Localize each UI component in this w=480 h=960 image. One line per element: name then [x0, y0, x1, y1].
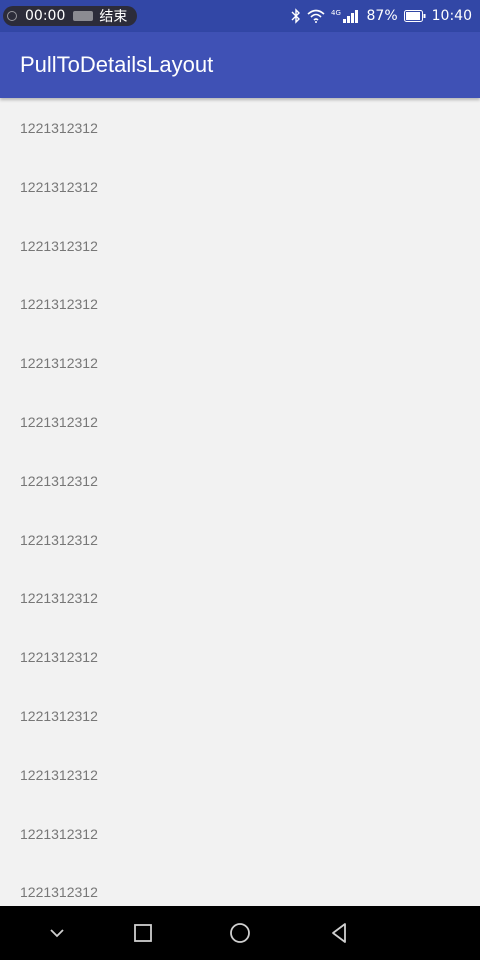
status-icons: 4G 87% 10:40: [291, 0, 472, 32]
recents-square-icon: [134, 924, 152, 942]
bluetooth-icon: [291, 8, 301, 24]
chevron-down-icon: [50, 929, 64, 938]
item-list[interactable]: 1221312312 1221312312 1221312312 1221312…: [0, 98, 480, 906]
list-item-label: 1221312312: [20, 707, 98, 724]
list-item-label: 1221312312: [20, 178, 98, 195]
list-item-label: 1221312312: [20, 590, 98, 607]
list-item-label: 1221312312: [20, 649, 98, 666]
list-item[interactable]: 1221312312: [0, 333, 480, 392]
list-item[interactable]: 1221312312: [0, 862, 480, 906]
recording-time: 00:00: [25, 8, 66, 24]
home-circle-icon: [230, 923, 250, 943]
hide-nav-button[interactable]: [44, 920, 70, 946]
status-bar: 00:00 结束 4G 87% 10:40: [0, 0, 480, 32]
list-item[interactable]: 1221312312: [0, 216, 480, 275]
list-item[interactable]: 1221312312: [0, 451, 480, 510]
list-item[interactable]: 1221312312: [0, 98, 480, 157]
list-item-label: 1221312312: [20, 120, 98, 136]
list-item-label: 1221312312: [20, 884, 98, 901]
screen-recording-pill[interactable]: 00:00 结束: [3, 6, 137, 26]
recording-toggle-icon: [73, 11, 94, 21]
list-item-label: 1221312312: [20, 766, 98, 783]
list-item-label: 1221312312: [20, 237, 98, 254]
list-item-label: 1221312312: [20, 531, 98, 548]
recording-stop-label[interactable]: 结束: [99, 6, 127, 26]
recents-button[interactable]: [130, 920, 156, 946]
list-item[interactable]: 1221312312: [0, 157, 480, 216]
list-item[interactable]: 1221312312: [0, 568, 480, 627]
app-title: PullToDetailsLayout: [20, 52, 214, 77]
list-item[interactable]: 1221312312: [0, 392, 480, 451]
list-item-label: 1221312312: [20, 296, 98, 313]
battery-icon: [403, 10, 426, 22]
list-item[interactable]: 1221312312: [0, 510, 480, 569]
clock: 10:40: [431, 8, 472, 24]
app-bar: PullToDetailsLayout: [0, 32, 480, 98]
signal-type-label: 4G: [331, 9, 341, 17]
home-button[interactable]: [227, 920, 253, 946]
wifi-icon: [306, 9, 325, 23]
battery-percent: 87%: [366, 8, 398, 24]
back-triangle-icon: [332, 923, 346, 943]
back-button[interactable]: [326, 920, 352, 946]
app-screen: 00:00 结束 4G 87% 10:40 PullToDetailsLayou…: [0, 0, 480, 960]
cell-signal-icon: 4G: [331, 8, 361, 24]
list-item-label: 1221312312: [20, 355, 98, 372]
list-item[interactable]: 1221312312: [0, 804, 480, 863]
list-item[interactable]: 1221312312: [0, 745, 480, 804]
list-item[interactable]: 1221312312: [0, 627, 480, 686]
navigation-bar: [0, 906, 480, 960]
list-item-label: 1221312312: [20, 825, 98, 842]
recording-dot-icon: [7, 11, 17, 21]
list-item[interactable]: 1221312312: [0, 274, 480, 333]
list-item-label: 1221312312: [20, 472, 98, 489]
list-item-label: 1221312312: [20, 413, 98, 430]
list-item[interactable]: 1221312312: [0, 686, 480, 745]
